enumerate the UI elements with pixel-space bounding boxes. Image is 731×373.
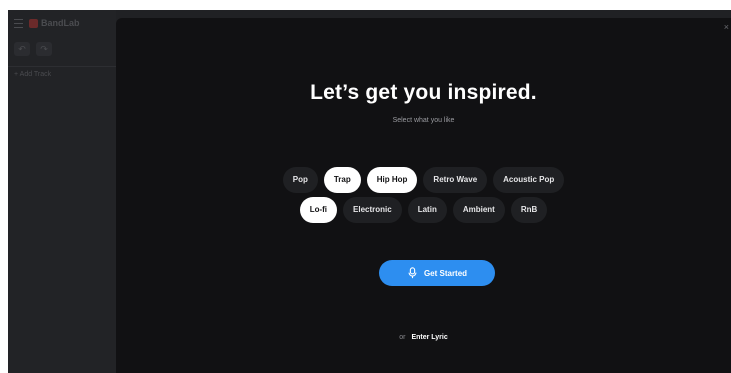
genre-row-2: Lo-fi Electronic Latin Ambient RnB <box>116 197 731 223</box>
bandlab-logo-icon <box>29 18 38 28</box>
genre-chip-trap[interactable]: Trap <box>323 167 361 193</box>
genre-chip-lo-fi[interactable]: Lo-fi <box>299 197 338 223</box>
add-track-button[interactable]: + Add Track <box>14 71 51 78</box>
app-window: BandLab ↶ ↷ + Add Track × Let’s get you … <box>8 10 731 373</box>
sidebar: BandLab ↶ ↷ + Add Track <box>8 10 116 373</box>
menu-icon[interactable] <box>14 18 23 28</box>
history-controls: ↶ ↷ <box>14 42 52 56</box>
logo-text: BandLab <box>41 18 80 28</box>
or-text: or <box>399 334 406 341</box>
genre-chip-hip-hop[interactable]: Hip Hop <box>366 167 418 193</box>
redo-icon[interactable]: ↷ <box>36 42 52 56</box>
add-track-label: + Add Track <box>14 71 52 78</box>
genre-row-1: Pop Trap Hip Hop Retro Wave Acoustic Pop <box>116 167 731 193</box>
brand-logo[interactable]: BandLab <box>29 18 80 28</box>
close-icon[interactable]: × <box>724 22 729 32</box>
subtitle: Select what you like <box>392 117 455 124</box>
genre-chip-pop[interactable]: Pop <box>282 167 318 193</box>
get-started-label: Get Started <box>423 268 468 278</box>
divider <box>8 66 116 67</box>
genre-chip-rnb[interactable]: RnB <box>510 197 548 223</box>
genre-chip-retro-wave[interactable]: Retro Wave <box>423 167 488 193</box>
genre-chip-latin[interactable]: Latin <box>407 197 447 223</box>
get-started-button[interactable]: Get Started <box>379 260 495 286</box>
lyric-option: or Enter Lyric <box>116 334 731 341</box>
inspiration-modal: × Let’s get you inspired. Select what yo… <box>116 18 731 373</box>
enter-lyric-link[interactable]: Enter Lyric <box>411 334 447 341</box>
page-title: Let’s get you inspired. <box>310 81 537 104</box>
undo-icon[interactable]: ↶ <box>14 42 30 56</box>
genre-chip-acoustic-pop[interactable]: Acoustic Pop <box>493 167 565 193</box>
genre-chip-electronic[interactable]: Electronic <box>343 197 402 223</box>
genre-chip-ambient[interactable]: Ambient <box>452 197 505 223</box>
microphone-icon <box>408 267 417 279</box>
top-bar: BandLab <box>8 10 116 36</box>
